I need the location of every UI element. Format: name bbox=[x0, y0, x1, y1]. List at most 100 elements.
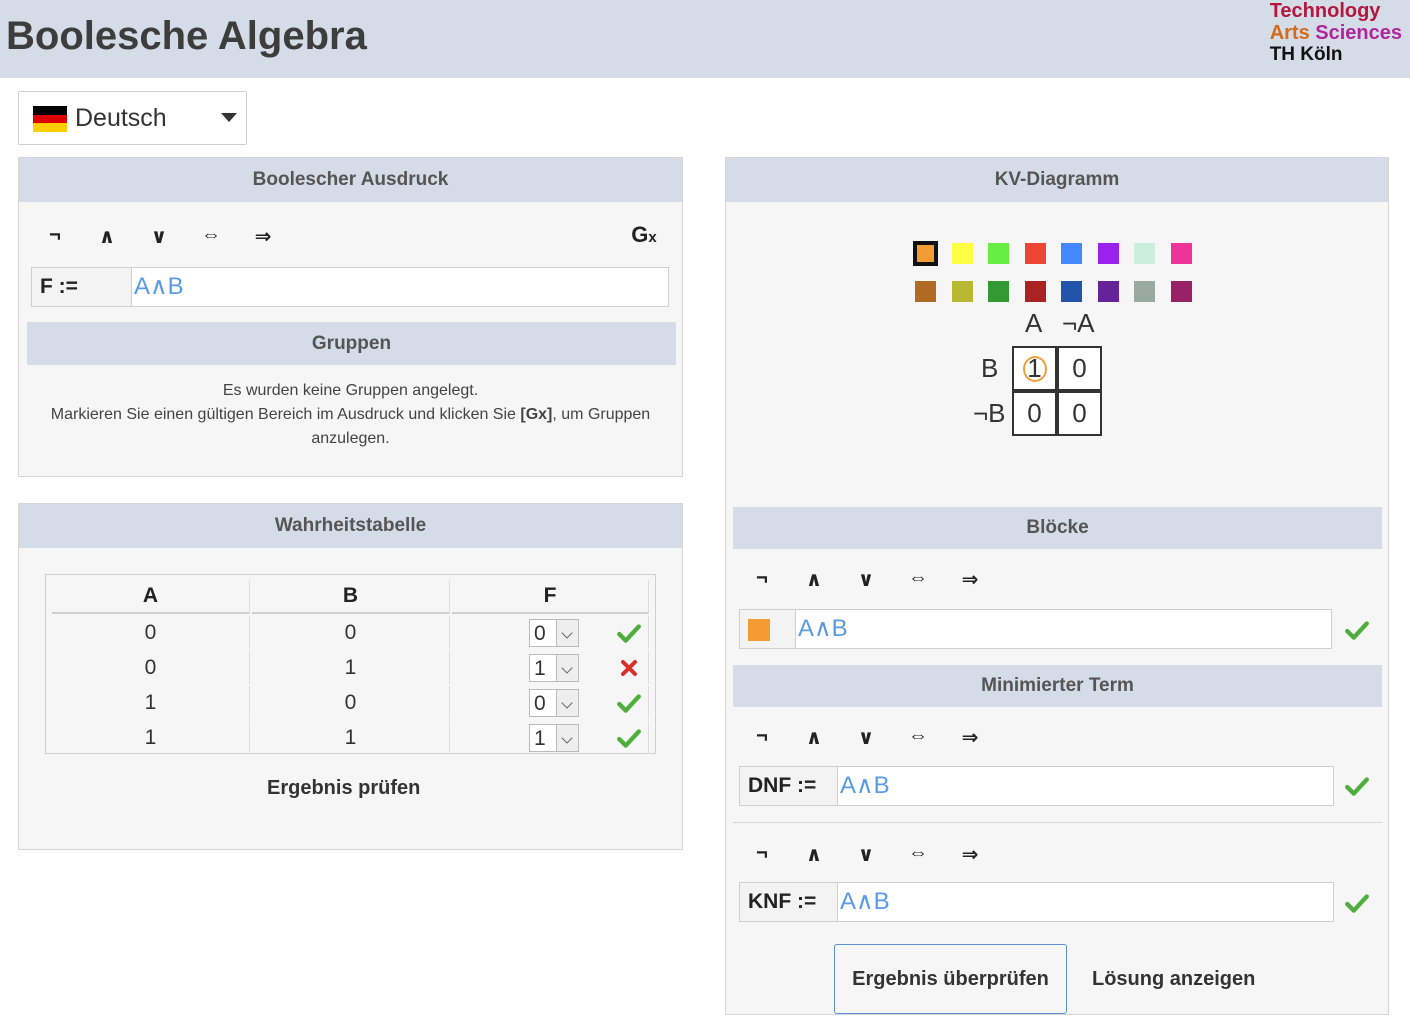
kv-cell[interactable]: 0 bbox=[1057, 391, 1102, 436]
knf-input[interactable] bbox=[838, 883, 1333, 921]
cell-f: 0 bbox=[452, 686, 649, 719]
block-row bbox=[739, 609, 1332, 649]
f-value-select[interactable]: 1 bbox=[529, 653, 579, 682]
logo-line-arts-sciences: Arts Sciences bbox=[1269, 22, 1402, 44]
cross-icon bbox=[621, 660, 637, 676]
minimized-term-title: Minimierter Term bbox=[733, 665, 1382, 707]
or-operator-button[interactable]: ∨ bbox=[851, 842, 881, 867]
cell-f: 1 bbox=[452, 721, 649, 754]
color-swatch[interactable] bbox=[1024, 281, 1046, 302]
chevron-down-icon bbox=[556, 654, 578, 681]
chevron-down-icon bbox=[556, 689, 578, 716]
color-swatch[interactable] bbox=[1061, 281, 1082, 302]
check-icon bbox=[1345, 621, 1369, 640]
color-swatch[interactable] bbox=[988, 243, 1009, 264]
truth-table: A B F 0 0 0 0 1 1 1 0 0 1 1 1 bbox=[50, 578, 651, 756]
truth-table-frame: A B F 0 0 0 0 1 1 1 0 0 1 1 1 bbox=[45, 574, 656, 754]
color-swatch[interactable] bbox=[988, 281, 1009, 302]
block-input[interactable] bbox=[796, 610, 1331, 648]
color-swatch[interactable] bbox=[913, 241, 938, 266]
not-operator-button[interactable]: ¬ bbox=[747, 725, 777, 748]
cell-a: 1 bbox=[52, 721, 250, 754]
or-operator-button[interactable]: ∨ bbox=[851, 725, 881, 750]
equiv-operator-button[interactable]: ⇔ bbox=[903, 725, 933, 748]
kv-col-label-not-a: ¬A bbox=[1062, 308, 1095, 338]
app-header: Boolesche Algebra Technology Arts Scienc… bbox=[0, 0, 1410, 78]
cell-b: 0 bbox=[252, 686, 450, 719]
truth-table-title: Wahrheitstabelle bbox=[19, 504, 682, 548]
and-operator-button[interactable]: ∧ bbox=[92, 224, 122, 249]
expression-panel: Boolescher Ausdruck ¬ ∧ ∨ ⇔ ⇒ Gx F := Gr… bbox=[18, 157, 683, 477]
check-icon bbox=[617, 694, 641, 713]
table-row: 1 0 0 bbox=[52, 686, 649, 719]
and-operator-button[interactable]: ∧ bbox=[799, 725, 829, 750]
german-flag-icon bbox=[33, 106, 67, 132]
or-operator-button[interactable]: ∨ bbox=[851, 567, 881, 592]
groups-info: Es wurden keine Gruppen angelegt. Markie… bbox=[50, 382, 651, 447]
kv-cell[interactable]: 0 bbox=[1012, 391, 1057, 436]
expression-label: F := bbox=[32, 268, 132, 306]
dnf-label: DNF := bbox=[740, 767, 838, 805]
impl-operator-button[interactable]: ⇒ bbox=[955, 567, 985, 592]
dnf-input[interactable] bbox=[838, 767, 1333, 805]
color-swatch[interactable] bbox=[1170, 243, 1192, 264]
f-value-select[interactable]: 0 bbox=[529, 618, 579, 647]
kv-panel-title: KV-Diagramm bbox=[726, 158, 1388, 202]
equiv-operator-button[interactable]: ⇔ bbox=[903, 842, 933, 865]
expression-panel-title: Boolescher Ausdruck bbox=[19, 158, 682, 202]
kv-cell[interactable]: 0 bbox=[1057, 346, 1102, 391]
block-color-cell bbox=[740, 610, 796, 648]
caret-down-icon bbox=[221, 113, 237, 122]
kv-row-label-b: B bbox=[981, 353, 999, 383]
impl-operator-button[interactable]: ⇒ bbox=[955, 842, 985, 867]
not-operator-button[interactable]: ¬ bbox=[747, 842, 777, 865]
cell-a: 0 bbox=[52, 616, 250, 649]
block-color-swatch[interactable] bbox=[748, 619, 770, 641]
column-header-a: A bbox=[52, 580, 250, 614]
color-swatch[interactable] bbox=[915, 281, 936, 302]
logo-line-technology: Technology bbox=[1269, 0, 1381, 22]
table-row: 0 0 0 bbox=[52, 616, 649, 649]
knf-label: KNF := bbox=[740, 883, 838, 921]
divider bbox=[733, 822, 1382, 823]
impl-operator-button[interactable]: ⇒ bbox=[955, 725, 985, 750]
color-swatch[interactable] bbox=[1170, 281, 1192, 302]
cell-f: 0 bbox=[452, 616, 649, 649]
blocks-title: Blöcke bbox=[733, 507, 1382, 549]
f-value-select[interactable]: 0 bbox=[529, 688, 579, 717]
column-header-f: F bbox=[452, 580, 649, 614]
chevron-down-icon bbox=[556, 619, 578, 646]
knf-row: KNF := bbox=[739, 882, 1334, 922]
verify-result-button[interactable]: Ergebnis überprüfen bbox=[834, 944, 1067, 1014]
not-operator-button[interactable]: ¬ bbox=[40, 224, 70, 247]
cell-a: 1 bbox=[52, 686, 250, 719]
color-swatch[interactable] bbox=[1061, 243, 1082, 264]
cell-b: 1 bbox=[252, 651, 450, 684]
expression-input[interactable] bbox=[132, 268, 668, 306]
color-swatch[interactable] bbox=[1097, 243, 1119, 264]
f-value-select[interactable]: 1 bbox=[529, 723, 579, 752]
cell-f: 1 bbox=[452, 651, 649, 684]
kv-cell[interactable]: 1 bbox=[1012, 346, 1057, 391]
check-icon bbox=[617, 624, 641, 643]
impl-operator-button[interactable]: ⇒ bbox=[248, 224, 278, 249]
group-button[interactable]: Gx bbox=[624, 222, 664, 248]
and-operator-button[interactable]: ∧ bbox=[799, 842, 829, 867]
color-swatch[interactable] bbox=[1134, 243, 1155, 264]
equiv-operator-button[interactable]: ⇔ bbox=[903, 567, 933, 590]
check-result-button[interactable]: Ergebnis prüfen bbox=[267, 777, 420, 800]
color-swatch[interactable] bbox=[1097, 281, 1119, 302]
and-operator-button[interactable]: ∧ bbox=[799, 567, 829, 592]
color-swatch[interactable] bbox=[951, 281, 973, 302]
language-select[interactable]: Deutsch bbox=[18, 91, 247, 145]
equiv-operator-button[interactable]: ⇔ bbox=[196, 224, 226, 247]
not-operator-button[interactable]: ¬ bbox=[747, 567, 777, 590]
show-solution-button[interactable]: Lösung anzeigen bbox=[1092, 968, 1255, 991]
color-swatch[interactable] bbox=[951, 243, 973, 264]
th-koeln-logo: Technology Arts Sciences TH Köln bbox=[1270, 0, 1402, 66]
dnf-row: DNF := bbox=[739, 766, 1334, 806]
kv-col-label-a: A bbox=[1025, 308, 1043, 338]
or-operator-button[interactable]: ∨ bbox=[144, 224, 174, 249]
color-swatch[interactable] bbox=[1134, 281, 1155, 302]
color-swatch[interactable] bbox=[1024, 243, 1046, 264]
